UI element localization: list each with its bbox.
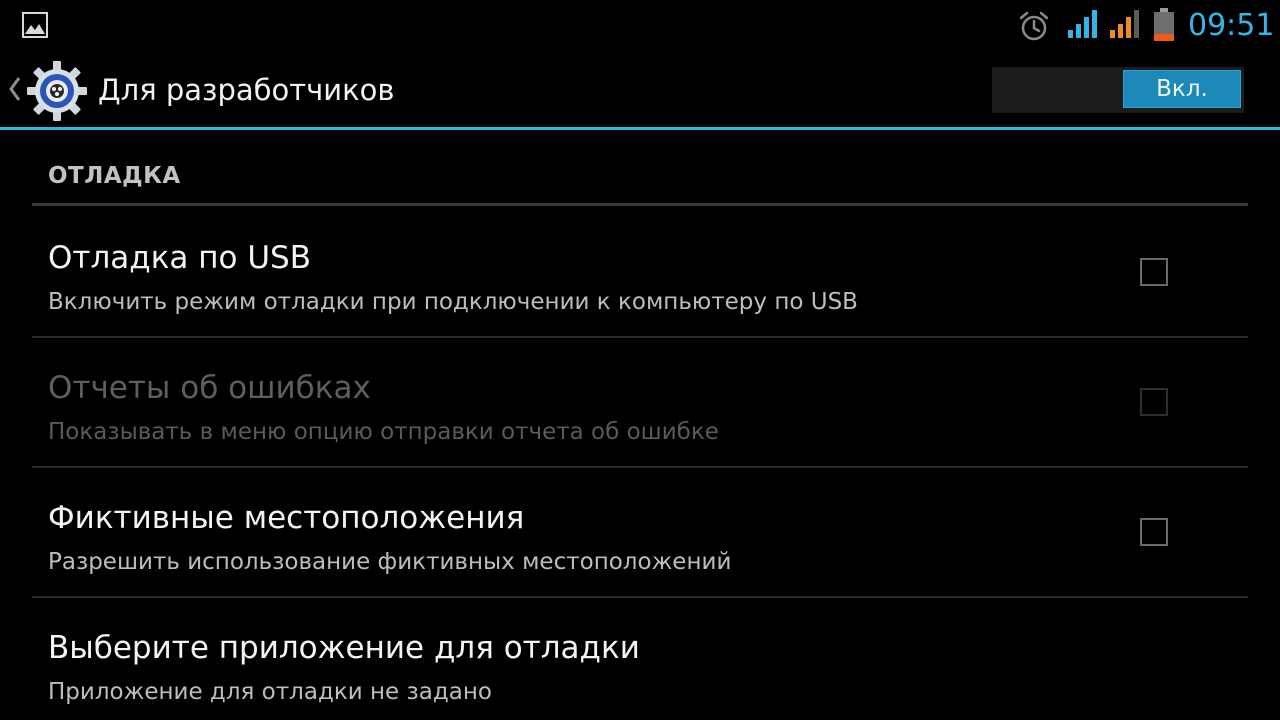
pref-summary: Приложение для отладки не задано bbox=[48, 679, 492, 705]
signal-icon bbox=[1068, 10, 1097, 38]
switch-thumb-label: Вкл. bbox=[1123, 70, 1241, 108]
pref-usb-debugging[interactable]: Отладка по USB Включить режим отладки пр… bbox=[32, 208, 1248, 338]
pref-bug-reports: Отчеты об ошибках Показывать в меню опци… bbox=[32, 338, 1248, 468]
pref-summary: Включить режим отладки при подключении к… bbox=[48, 289, 858, 315]
action-bar-divider bbox=[0, 127, 1280, 130]
device-screen: 09:51 Для разработчиков Вкл. ОТЛАДКА Отл… bbox=[0, 0, 1280, 720]
page-title: Для разработчиков bbox=[98, 73, 395, 107]
image-notification-icon[interactable] bbox=[22, 12, 48, 38]
pref-select-debug-app[interactable]: Выберите приложение для отладки Приложен… bbox=[32, 598, 1248, 720]
action-bar: Для разработчиков Вкл. bbox=[0, 50, 1280, 127]
pref-title: Отчеты об ошибках bbox=[48, 370, 371, 406]
signal-icon bbox=[1110, 10, 1139, 38]
status-clock: 09:51 bbox=[1188, 8, 1275, 43]
alarm-icon bbox=[1019, 11, 1049, 41]
pref-summary: Показывать в меню опцию отправки отчета … bbox=[48, 419, 719, 445]
status-bar: 09:51 bbox=[0, 0, 1280, 50]
checkbox-mock-locations[interactable] bbox=[1140, 518, 1168, 546]
checkbox-usb-debugging[interactable] bbox=[1140, 258, 1168, 286]
pref-title: Выберите приложение для отладки bbox=[48, 630, 640, 666]
chevron-left-icon[interactable] bbox=[8, 76, 22, 102]
pref-title: Фиктивные местоположения bbox=[48, 500, 525, 536]
pref-title: Отладка по USB bbox=[48, 240, 312, 276]
section-header-debugging: ОТЛАДКА bbox=[48, 163, 181, 189]
developer-options-switch[interactable]: Вкл. bbox=[992, 67, 1244, 113]
settings-gear-icon[interactable] bbox=[26, 60, 88, 122]
pref-summary: Разрешить использование фиктивных местоп… bbox=[48, 549, 732, 575]
pref-mock-locations[interactable]: Фиктивные местоположения Разрешить испол… bbox=[32, 468, 1248, 598]
checkbox-bug-reports bbox=[1140, 388, 1168, 416]
section-divider bbox=[32, 203, 1248, 206]
battery-icon bbox=[1154, 8, 1174, 41]
